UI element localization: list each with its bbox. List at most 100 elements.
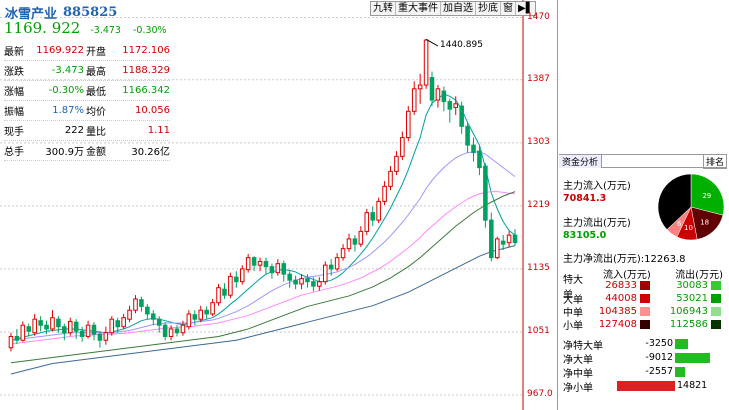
y-tick-label: 1303 xyxy=(527,136,550,147)
candle-body xyxy=(352,238,358,245)
candle-body xyxy=(441,90,447,103)
toolbar-btn-4[interactable]: 窗 xyxy=(501,2,516,15)
inflow-swatch xyxy=(640,281,650,290)
main-inflow-value: 70841.3 xyxy=(563,193,607,204)
candle-body xyxy=(340,248,346,259)
price-change-pct: -0.30% xyxy=(132,25,167,36)
outflow-header: 流出(万元) xyxy=(675,270,723,281)
main-outflow-label: 主力流出(万元) xyxy=(563,218,631,229)
net-flow-value: -3250 xyxy=(645,338,673,349)
candle-body xyxy=(411,88,417,112)
candle-body xyxy=(394,155,399,172)
quote-row: 总手 300.9万 金额 30.26亿 xyxy=(4,141,170,161)
outflow-swatch xyxy=(711,294,721,303)
candle-body xyxy=(382,185,387,202)
candle-body xyxy=(56,318,61,328)
outflow-value: 112586 xyxy=(669,319,708,330)
candle-body xyxy=(14,335,20,341)
candle-body xyxy=(453,103,459,109)
inflow-swatch xyxy=(640,307,650,316)
candle-body xyxy=(44,324,49,330)
quote-value: 1.87% xyxy=(52,105,84,116)
outflow-value: 30083 xyxy=(676,280,708,291)
candle-body xyxy=(370,212,375,221)
outflow-swatch xyxy=(711,320,721,329)
main-inflow-label: 主力流入(万元) xyxy=(563,181,631,192)
net-flow-bar xyxy=(675,353,711,363)
quote-value2: 1188.329 xyxy=(122,65,170,76)
candle-body xyxy=(388,170,393,187)
candle-body xyxy=(121,317,126,328)
quote-key: 涨跌 xyxy=(4,67,24,78)
candle-body xyxy=(358,230,364,245)
candle-body xyxy=(429,77,435,101)
candle-body xyxy=(287,273,292,281)
capital-flow-header: 资金分析 排名 xyxy=(559,153,727,169)
quote-key2: 最低 xyxy=(86,87,106,98)
net-flow-label: 净大单 xyxy=(563,354,593,366)
net-flow-label: 净中单 xyxy=(563,368,593,380)
order-flow-row: 小单 127408 112586 xyxy=(563,318,723,332)
candle-body xyxy=(251,257,257,266)
candle-body xyxy=(322,264,328,283)
candle-body xyxy=(204,309,209,315)
candle-body xyxy=(317,281,322,287)
y-tick-label: 1470 xyxy=(527,11,550,22)
toolbar-btn-2[interactable]: 加自选 xyxy=(441,2,476,15)
candle-body xyxy=(477,150,482,169)
candle-body xyxy=(305,278,310,283)
quote-value2: 10.056 xyxy=(135,105,170,116)
rank-button[interactable]: 排名 xyxy=(702,153,727,169)
candle-body xyxy=(133,298,138,311)
toolbar-btn-0[interactable]: 九转 xyxy=(371,2,396,15)
candle-body xyxy=(62,326,67,334)
candle-body xyxy=(228,275,233,296)
candle-body xyxy=(192,314,198,320)
quote-table: 最新 1169.922 开盘 1172.106 涨跌 -3.473 最高 1188.329 涨幅… xyxy=(4,41,170,161)
candle-body xyxy=(139,299,144,307)
outflow-swatch xyxy=(711,307,721,316)
outflow-swatch xyxy=(711,281,721,290)
candle-body xyxy=(465,125,470,146)
chart-toolbar: 九转 重大事件 加自选 抄底窗 ▶▌ xyxy=(370,1,537,16)
candle-body xyxy=(174,328,180,334)
candle-body xyxy=(50,317,55,330)
candle-body xyxy=(38,320,43,326)
toolbar-btn-1[interactable]: 重大事件 xyxy=(396,2,441,15)
max-price-annotation: 1440.895 xyxy=(440,40,483,50)
candle-body xyxy=(186,313,192,328)
candle-body xyxy=(459,105,464,127)
quote-value: -0.30% xyxy=(48,85,84,96)
candle-body xyxy=(447,101,453,110)
pie-label: 29 xyxy=(702,192,711,200)
candle-body xyxy=(26,326,32,332)
quote-key2: 量比 xyxy=(86,127,106,138)
main-outflow-value: 83105.0 xyxy=(563,230,607,241)
inflow-value: 104385 xyxy=(598,306,637,317)
net-flow-row: 净特大单 -3250 xyxy=(563,337,728,352)
quote-row: 振幅 1.87% 均价 10.056 xyxy=(4,101,170,121)
candle-body xyxy=(483,165,488,221)
y-tick-label: 967.0 xyxy=(527,389,553,399)
quote-key2: 开盘 xyxy=(86,47,106,58)
current-price: 1169. 922 xyxy=(4,19,81,37)
inflow-swatch xyxy=(640,294,650,303)
candle-body xyxy=(423,39,429,86)
candle-body xyxy=(346,238,352,250)
candle-body xyxy=(216,287,221,304)
quote-value: 222 xyxy=(64,125,84,136)
candle-body xyxy=(97,333,103,341)
candle-body xyxy=(151,313,156,320)
candle-body xyxy=(311,281,316,287)
pie-label: 18 xyxy=(700,219,709,227)
quote-value2: 1.11 xyxy=(147,125,170,136)
tab-capital-analysis[interactable]: 资金分析 xyxy=(559,154,603,168)
quote-key2: 均价 xyxy=(86,107,106,118)
toolbar-btn-3[interactable]: 抄底 xyxy=(476,2,501,15)
net-flow-label: 净特大单 xyxy=(563,340,603,352)
pie-label: 10 xyxy=(684,224,693,232)
candle-body xyxy=(239,268,245,283)
quote-row: 涨跌 -3.473 最高 1188.329 xyxy=(4,61,170,81)
quote-key: 最新 xyxy=(4,47,24,58)
net-flow-row: 净中单 -2557 xyxy=(563,365,728,380)
